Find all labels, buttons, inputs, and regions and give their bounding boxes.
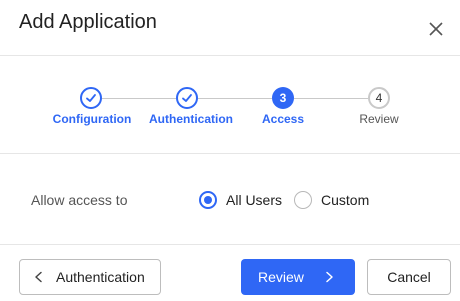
close-icon[interactable] [426, 19, 446, 39]
check-icon [86, 94, 96, 102]
step-4-indicator: 4 [368, 87, 390, 109]
review-button-label: Review [258, 269, 304, 285]
step-connector [294, 98, 368, 99]
access-label: Allow access to [31, 192, 128, 208]
dialog-header: Add Application [0, 0, 460, 56]
check-icon [182, 94, 192, 102]
back-button-label: Authentication [56, 269, 145, 285]
step-1-label: Configuration [52, 112, 132, 126]
chevron-right-icon [326, 271, 333, 283]
stepper: Configuration Authentication 3 Access 4 … [0, 56, 460, 154]
dialog-title: Add Application [19, 11, 157, 33]
back-button[interactable]: Authentication [19, 259, 161, 295]
step-2-indicator[interactable] [176, 87, 198, 109]
step-3-number: 3 [279, 91, 287, 105]
step-4-number: 4 [375, 91, 383, 105]
step-4-label: Review [359, 112, 399, 126]
step-1-indicator[interactable] [80, 87, 102, 109]
all-users-label[interactable]: All Users [226, 192, 282, 208]
all-users-radio[interactable] [199, 191, 217, 209]
chevron-left-icon [35, 271, 42, 283]
step-connector [198, 98, 272, 99]
step-connector [102, 98, 176, 99]
cancel-button[interactable]: Cancel [367, 259, 451, 295]
step-3-label: Access [261, 112, 305, 126]
custom-radio[interactable] [294, 191, 312, 209]
custom-label[interactable]: Custom [321, 192, 369, 208]
step-3-indicator: 3 [272, 87, 294, 109]
review-button[interactable]: Review [241, 259, 355, 295]
step-2-label: Authentication [149, 112, 233, 126]
